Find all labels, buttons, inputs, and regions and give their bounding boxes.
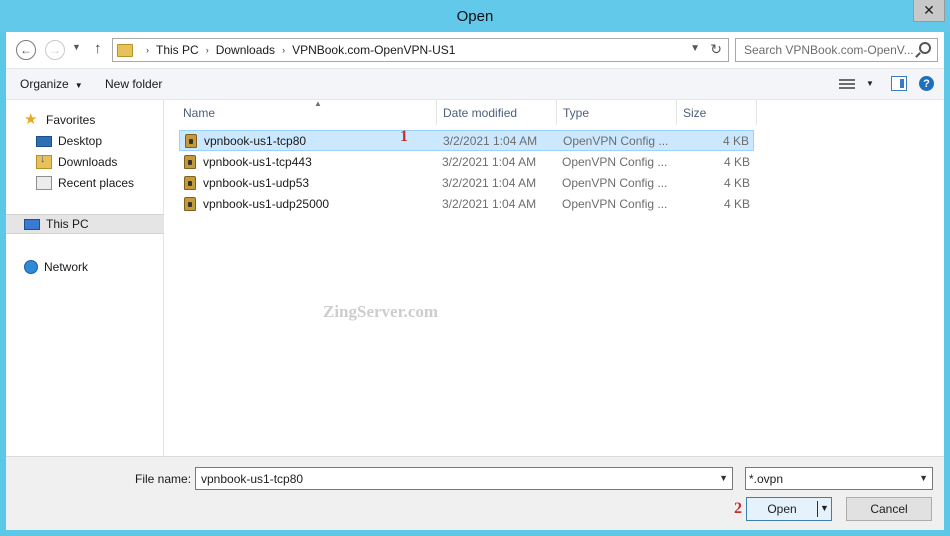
file-size: 4 KB bbox=[723, 155, 750, 169]
column-header-size[interactable]: Size bbox=[677, 100, 757, 125]
openvpn-config-file-icon bbox=[184, 176, 196, 190]
breadcrumb-this-pc[interactable]: This PC bbox=[156, 43, 199, 57]
openvpn-config-file-icon bbox=[184, 197, 196, 211]
file-name-field[interactable]: vpnbook-us1-tcp80 ▼ bbox=[195, 467, 733, 490]
organize-button[interactable]: Organize ▼ bbox=[20, 77, 83, 91]
step-marker-1: 1 bbox=[400, 128, 408, 145]
dialog-footer: File name: vpnbook-us1-tcp80 ▼ *.ovpn ▼ … bbox=[6, 456, 944, 530]
help-icon[interactable]: ? bbox=[919, 76, 934, 91]
new-folder-button[interactable]: New folder bbox=[105, 77, 162, 91]
desktop-icon bbox=[36, 135, 52, 147]
sidebar-item-label: Recent places bbox=[58, 176, 135, 190]
file-size: 4 KB bbox=[723, 176, 750, 190]
preview-pane-icon[interactable] bbox=[891, 76, 907, 91]
sidebar-item-label: Downloads bbox=[58, 155, 118, 169]
sidebar-item-recent-places[interactable]: Recent places bbox=[36, 173, 163, 193]
table-row[interactable]: vpnbook-us1-tcp443 3/2/2021 1:04 AM Open… bbox=[179, 152, 754, 173]
column-header-name[interactable]: Name ▲ bbox=[177, 99, 437, 125]
window-title: Open bbox=[456, 8, 494, 25]
column-header-type[interactable]: Type bbox=[557, 100, 677, 125]
chevron-down-icon[interactable]: ▼ bbox=[719, 473, 728, 483]
open-button[interactable]: Open ▼ bbox=[746, 497, 832, 521]
file-name-label: File name: bbox=[135, 472, 192, 486]
file-date: 3/2/2021 1:04 AM bbox=[443, 134, 538, 148]
file-type-filter[interactable]: *.ovpn ▼ bbox=[745, 467, 933, 490]
filter-value: *.ovpn bbox=[749, 471, 784, 486]
views-dropdown[interactable]: ▼ bbox=[866, 79, 874, 88]
file-name: vpnbook-us1-tcp443 bbox=[203, 155, 312, 169]
table-row[interactable]: vpnbook-us1-udp53 3/2/2021 1:04 AM OpenV… bbox=[179, 173, 754, 194]
open-button-label: Open bbox=[767, 502, 797, 516]
file-type: OpenVPN Config ... bbox=[562, 197, 668, 211]
file-size: 4 KB bbox=[722, 134, 749, 148]
refresh-icon[interactable]: ↻ bbox=[710, 41, 722, 58]
forward-button[interactable]: → bbox=[45, 40, 65, 60]
address-row: ← → ▼ ↑ › This PC › Downloads › VPNBook.… bbox=[6, 32, 944, 68]
sidebar-item-label: Network bbox=[44, 260, 89, 274]
sidebar-item-desktop[interactable]: Desktop bbox=[36, 131, 163, 151]
openvpn-config-file-icon bbox=[185, 134, 197, 148]
openvpn-config-file-icon bbox=[184, 155, 196, 169]
breadcrumb-current-folder[interactable]: VPNBook.com-OpenVPN-US1 bbox=[292, 43, 455, 57]
open-dialog: ← → ▼ ↑ › This PC › Downloads › VPNBook.… bbox=[6, 32, 944, 530]
recent-places-icon bbox=[36, 176, 52, 190]
search-icon[interactable] bbox=[919, 42, 931, 54]
breadcrumb-downloads[interactable]: Downloads bbox=[216, 43, 275, 57]
chevron-down-icon[interactable]: ▼ bbox=[919, 473, 928, 483]
chevron-down-icon[interactable]: ▼ bbox=[820, 503, 829, 513]
table-row[interactable]: vpnbook-us1-tcp80 3/2/2021 1:04 AM OpenV… bbox=[179, 130, 754, 151]
navigation-pane: ★ Favorites Desktop Downloads Recent pla… bbox=[6, 100, 164, 456]
step-marker-2: 2 bbox=[734, 500, 742, 517]
cancel-button[interactable]: Cancel bbox=[846, 497, 932, 521]
chevron-down-icon: ▼ bbox=[74, 81, 83, 90]
file-date: 3/2/2021 1:04 AM bbox=[442, 176, 537, 190]
sidebar-item-label: Favorites bbox=[46, 113, 96, 127]
recent-locations-dropdown[interactable]: ▼ bbox=[72, 42, 81, 52]
close-button[interactable]: ✕ bbox=[913, 0, 945, 22]
file-name: vpnbook-us1-tcp80 bbox=[204, 134, 307, 148]
sidebar-item-network[interactable]: Network bbox=[24, 257, 163, 277]
file-type: OpenVPN Config ... bbox=[562, 176, 668, 190]
star-icon: ★ bbox=[24, 111, 38, 128]
file-size: 4 KB bbox=[723, 197, 750, 211]
file-name: vpnbook-us1-udp53 bbox=[203, 176, 310, 190]
file-type: OpenVPN Config ... bbox=[563, 134, 669, 148]
breadcrumb-separator: › bbox=[205, 45, 209, 55]
command-bar: Organize ▼ New folder ▼ ? bbox=[6, 68, 944, 100]
search-input[interactable]: Search VPNBook.com-OpenV... bbox=[735, 38, 938, 62]
sidebar-item-label: This PC bbox=[46, 217, 89, 231]
sort-ascending-icon: ▲ bbox=[314, 99, 322, 108]
file-date: 3/2/2021 1:04 AM bbox=[442, 155, 537, 169]
title-bar: Open ✕ bbox=[0, 0, 950, 32]
computer-icon bbox=[24, 218, 40, 230]
address-dropdown[interactable]: ▼ bbox=[690, 43, 700, 54]
column-label: Name bbox=[183, 105, 216, 120]
file-date: 3/2/2021 1:04 AM bbox=[442, 197, 537, 211]
search-placeholder: Search VPNBook.com-OpenV... bbox=[744, 43, 914, 57]
up-button[interactable]: ↑ bbox=[94, 40, 102, 57]
folder-icon bbox=[117, 43, 133, 57]
back-button[interactable]: ← bbox=[16, 40, 36, 60]
file-name-value: vpnbook-us1-tcp80 bbox=[201, 471, 304, 486]
sidebar-item-label: Desktop bbox=[58, 134, 103, 148]
split-divider bbox=[817, 501, 818, 517]
file-list: Name ▲ Date modified Type Size vpnbook-u… bbox=[165, 99, 944, 456]
file-name: vpnbook-us1-udp25000 bbox=[203, 197, 330, 211]
network-icon bbox=[24, 260, 38, 274]
downloads-folder-icon bbox=[36, 153, 52, 169]
sidebar-item-favorites[interactable]: ★ Favorites bbox=[24, 110, 163, 130]
change-view-icon[interactable] bbox=[839, 77, 855, 90]
file-type: OpenVPN Config ... bbox=[562, 155, 668, 169]
organize-label: Organize bbox=[20, 77, 69, 91]
address-bar[interactable]: › This PC › Downloads › VPNBook.com-Open… bbox=[112, 38, 729, 62]
sidebar-item-this-pc[interactable]: This PC bbox=[6, 214, 163, 234]
table-row[interactable]: vpnbook-us1-udp25000 3/2/2021 1:04 AM Op… bbox=[179, 194, 754, 215]
breadcrumb-separator: › bbox=[146, 45, 149, 55]
column-header-date-modified[interactable]: Date modified bbox=[437, 100, 557, 125]
breadcrumb-separator: › bbox=[282, 45, 286, 55]
watermark: ZingServer.com bbox=[323, 302, 439, 321]
sidebar-item-downloads[interactable]: Downloads bbox=[36, 152, 163, 172]
